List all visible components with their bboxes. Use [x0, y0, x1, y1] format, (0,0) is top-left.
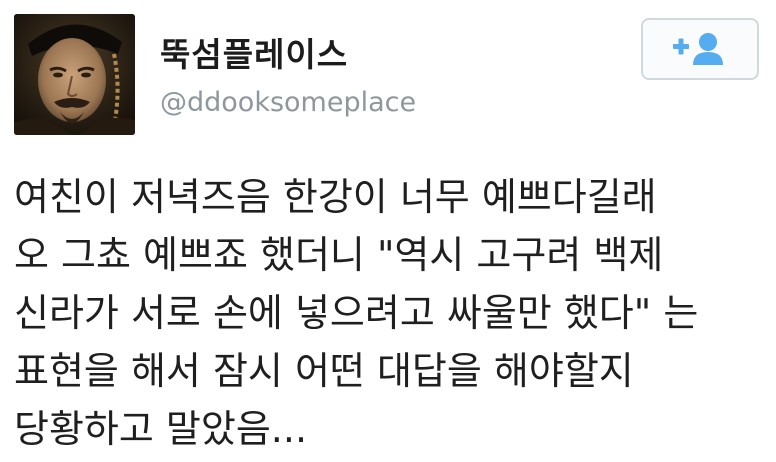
tweet-line: 신라가 서로 손에 넣으려고 싸울만 했다" 는	[14, 291, 699, 335]
tweet-text: 여친이 저녁즈음 한강이 너무 예쁘다길래 오 그쵸 예쁘죠 했더니 "역시 고…	[14, 168, 766, 458]
tweet-line: 여친이 저녁즈음 한강이 너무 예쁘다길래	[14, 175, 657, 219]
display-name[interactable]: 뚝섬플레이스	[160, 28, 348, 76]
follow-button[interactable]	[641, 18, 759, 80]
tweet-card: 뚝섬플레이스 @ddooksomeplace 여친이 저녁즈음 한강이 너무 예…	[0, 0, 776, 462]
add-user-icon	[673, 33, 723, 65]
avatar[interactable]	[14, 14, 135, 135]
user-handle[interactable]: @ddooksomeplace	[160, 87, 416, 118]
avatar-image	[14, 14, 135, 135]
tweet-line: 당황하고 말았음...	[14, 407, 308, 451]
tweet-line: 표현을 해서 잠시 어떤 대답을 해야할지	[14, 349, 634, 393]
tweet-line: 오 그쵸 예쁘죠 했더니 "역시 고구려 백제	[14, 233, 664, 277]
